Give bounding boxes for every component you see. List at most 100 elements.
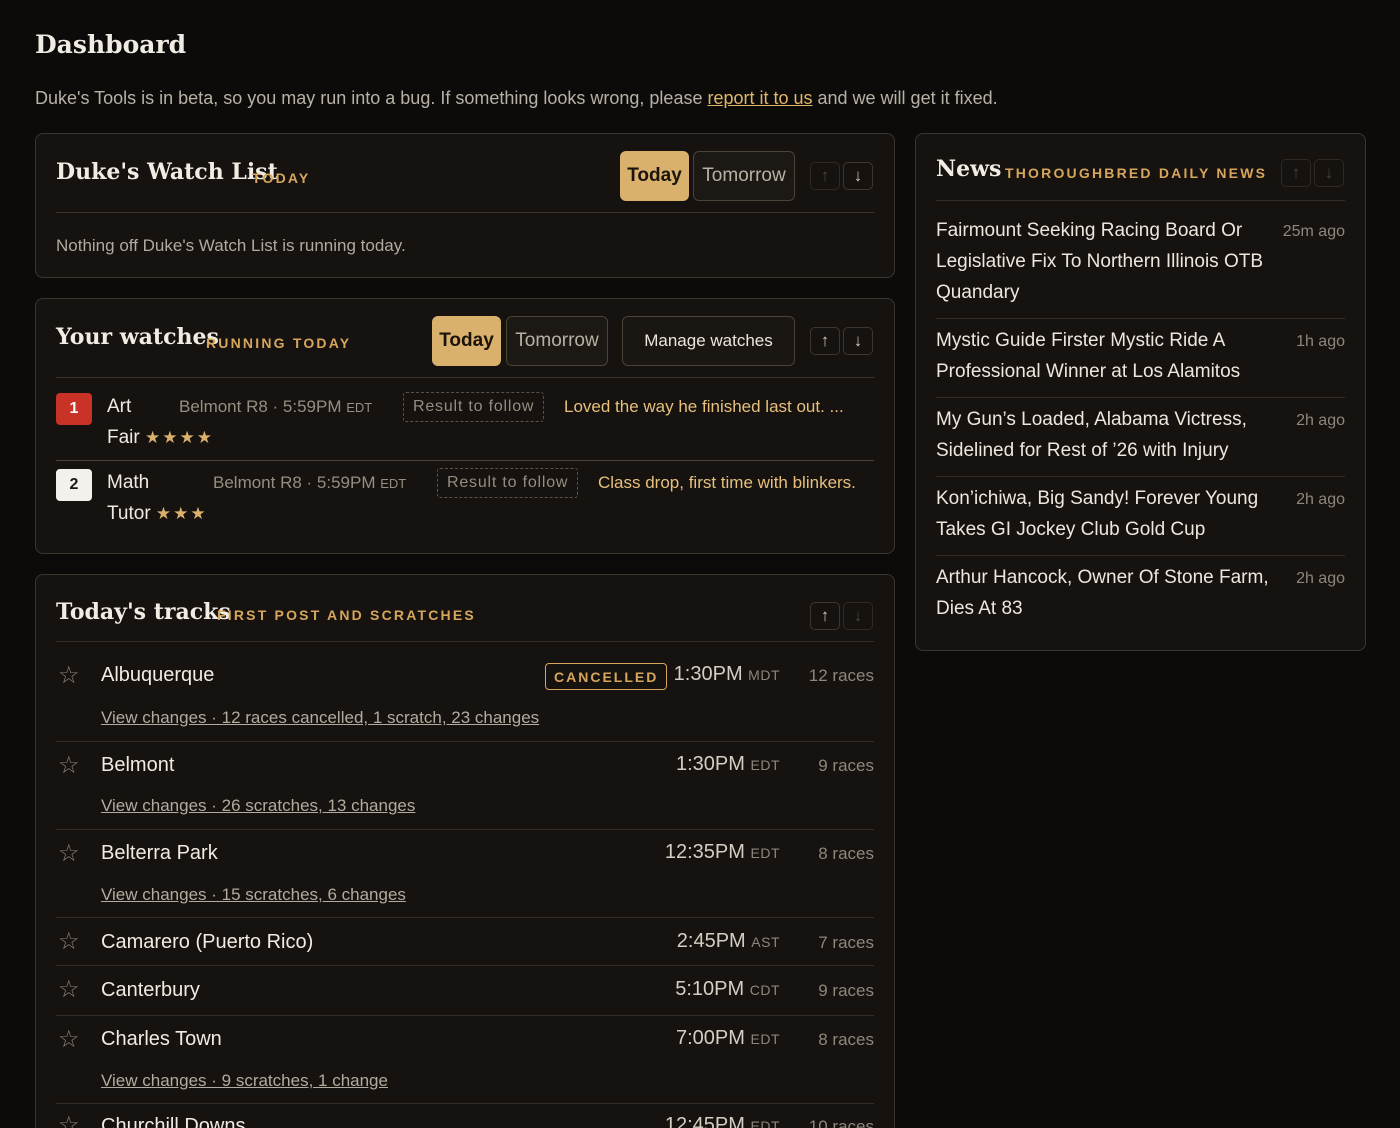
track-row-divider [56, 917, 874, 918]
first-post-time-value: 1:30PM [673, 663, 743, 685]
news-age: 2h ago [1296, 491, 1345, 508]
beta-text-after: and we will get it fixed. [812, 88, 998, 108]
race-count: 12 races [808, 666, 874, 685]
favorite-star-icon[interactable]: ☆ [58, 661, 80, 690]
news-item-divider [936, 555, 1345, 556]
view-changes-link[interactable]: View changes · 12 races cancelled, 1 scr… [101, 708, 539, 728]
news-headline[interactable]: Kon’ichiwa, Big Sandy! Forever Young Tak… [936, 483, 1281, 545]
track-row-divider [56, 965, 874, 966]
news-headline[interactable]: Arthur Hancock, Owner Of Stone Farm, Die… [936, 562, 1281, 624]
track-name: Churchill Downs [101, 1115, 246, 1128]
watchlist-empty-text: Nothing off Duke's Watch List is running… [56, 236, 406, 255]
news-title: News [936, 156, 1002, 182]
news-item[interactable]: Kon’ichiwa, Big Sandy! Forever Young Tak… [936, 476, 1345, 555]
news-age: 2h ago [1296, 570, 1345, 587]
watch-race-info: Belmont R8 · 5:59PM EDT [213, 473, 406, 493]
first-post-tz: CDT [749, 982, 780, 998]
watch-horse-name-line1: Math [107, 472, 150, 493]
first-post-tz: EDT [750, 1118, 780, 1128]
watchlist-title: Duke's Watch List [56, 159, 278, 185]
news-headline[interactable]: My Gun’s Loaded, Alabama Victress, Sidel… [936, 404, 1281, 466]
watch-rating-stars: ★★★★ [145, 428, 214, 447]
manage-watches-button[interactable]: Manage watches [622, 316, 795, 366]
watch-race-tz: EDT [380, 476, 407, 491]
news-source-kicker: THOROUGHBRED DAILY NEWS [1005, 165, 1268, 181]
watchlist-divider [56, 212, 874, 213]
watch-race-text: Belmont R8 · 5:59PM [179, 397, 342, 416]
watch-race-tz: EDT [346, 400, 373, 415]
first-post-tz: AST [751, 934, 780, 950]
track-name: Albuquerque [101, 664, 215, 686]
race-count: 9 races [818, 756, 874, 775]
view-changes-link[interactable]: View changes · 26 scratches, 13 changes [101, 796, 415, 816]
track-row[interactable]: ☆ Belmont 1:30PM EDT 9 races View change… [56, 741, 874, 829]
news-item[interactable]: My Gun’s Loaded, Alabama Victress, Sidel… [936, 397, 1345, 476]
favorite-star-icon[interactable]: ☆ [58, 1025, 80, 1054]
track-row[interactable]: ☆ Churchill Downs 12:45PM EDT 10 races [56, 1103, 874, 1128]
news-item[interactable]: Arthur Hancock, Owner Of Stone Farm, Die… [936, 555, 1345, 635]
news-card: News THOROUGHBRED DAILY NEWS ↑ ↓ Fairmou… [915, 133, 1366, 651]
race-count: 10 races [808, 1117, 874, 1128]
news-headline[interactable]: Fairmount Seeking Racing Board Or Legisl… [936, 215, 1281, 308]
first-post-time-value: 2:45PM [676, 930, 746, 952]
first-post-tz: EDT [750, 757, 780, 773]
track-name: Belterra Park [101, 842, 218, 864]
watchlist-today-button[interactable]: Today [620, 151, 689, 201]
first-post-tz: EDT [750, 845, 780, 861]
tracks-move-down-icon[interactable]: ↓ [843, 602, 873, 630]
view-changes-link[interactable]: View changes · 9 scratches, 1 change [101, 1071, 388, 1091]
watch-result-tag: Result to follow [437, 468, 579, 498]
track-row[interactable]: ☆ Belterra Park 12:35PM EDT 8 races View… [56, 829, 874, 917]
watches-move-down-icon[interactable]: ↓ [843, 327, 873, 355]
track-row[interactable]: ☆ Canterbury 5:10PM CDT 9 races [56, 965, 874, 1015]
news-move-down-icon[interactable]: ↓ [1314, 159, 1344, 187]
race-count: 7 races [818, 933, 874, 952]
first-post-time-value: 1:30PM [676, 753, 745, 775]
watch-horse-name[interactable]: Math Tutor ★★★ [107, 467, 208, 529]
first-post-time: 12:45PM EDT [665, 1114, 780, 1128]
favorite-star-icon[interactable]: ☆ [58, 975, 80, 1004]
news-item-divider [936, 476, 1345, 477]
news-item[interactable]: Mystic Guide Firster Mystic Ride A Profe… [936, 318, 1345, 397]
cancelled-badge: CANCELLED [545, 663, 668, 690]
beta-text-before: Duke's Tools is in beta, so you may run … [35, 88, 708, 108]
watchlist-move-up-icon[interactable]: ↑ [810, 162, 840, 190]
news-item[interactable]: Fairmount Seeking Racing Board Or Legisl… [936, 200, 1345, 318]
view-changes-link[interactable]: View changes · 15 scratches, 6 changes [101, 885, 406, 905]
favorite-star-icon[interactable]: ☆ [58, 927, 80, 956]
track-row-divider [56, 829, 874, 830]
track-row[interactable]: ☆ Albuquerque CANCELLED 1:30PM MDT 12 ra… [56, 641, 874, 729]
news-headline[interactable]: Mystic Guide Firster Mystic Ride A Profe… [936, 325, 1281, 387]
track-row[interactable]: ☆ Charles Town 7:00PM EDT 8 races View c… [56, 1015, 874, 1103]
favorite-star-icon[interactable]: ☆ [58, 1111, 80, 1128]
watches-card: Your watches RUNNING TODAY Today Tomorro… [35, 298, 895, 554]
news-age: 1h ago [1296, 333, 1345, 350]
tracks-move-up-icon[interactable]: ↑ [810, 602, 840, 630]
watch-horse-name-line2-text: Tutor [107, 503, 151, 524]
watch-item[interactable]: 2 Math Tutor ★★★ Belmont R8 · 5:59PM EDT… [56, 467, 874, 537]
favorite-star-icon[interactable]: ☆ [58, 751, 80, 780]
watch-note: Class drop, first time with blinkers. [598, 473, 856, 492]
watches-today-button[interactable]: Today [432, 316, 501, 366]
watch-race-text: Belmont R8 · 5:59PM [213, 473, 376, 492]
watch-race-info: Belmont R8 · 5:59PM EDT [179, 397, 372, 417]
watchlist-move-down-icon[interactable]: ↓ [843, 162, 873, 190]
watches-kicker: RUNNING TODAY [206, 335, 352, 351]
track-name: Canterbury [101, 979, 200, 1001]
report-bug-link[interactable]: report it to us [707, 88, 812, 108]
watchlist-tomorrow-button[interactable]: Tomorrow [693, 151, 795, 201]
news-move-up-icon[interactable]: ↑ [1281, 159, 1311, 187]
track-row-divider [56, 1015, 874, 1016]
track-row[interactable]: ☆ Camarero (Puerto Rico) 2:45PM AST 7 ra… [56, 917, 874, 965]
watch-rank-badge: 2 [56, 469, 92, 501]
watches-move-up-icon[interactable]: ↑ [810, 327, 840, 355]
favorite-star-icon[interactable]: ☆ [58, 839, 80, 868]
track-name: Belmont [101, 754, 175, 776]
watch-item[interactable]: 1 Art Fair ★★★★ Belmont R8 · 5:59PM EDT … [56, 391, 874, 461]
watches-tomorrow-button[interactable]: Tomorrow [506, 316, 608, 366]
first-post-time: 2:45PM AST [677, 930, 780, 953]
first-post-tz: MDT [748, 667, 780, 683]
watchlist-kicker: TODAY [252, 170, 311, 186]
first-post-time-value: 5:10PM [675, 978, 745, 1000]
first-post-time: 1:30PM EDT [676, 753, 780, 776]
